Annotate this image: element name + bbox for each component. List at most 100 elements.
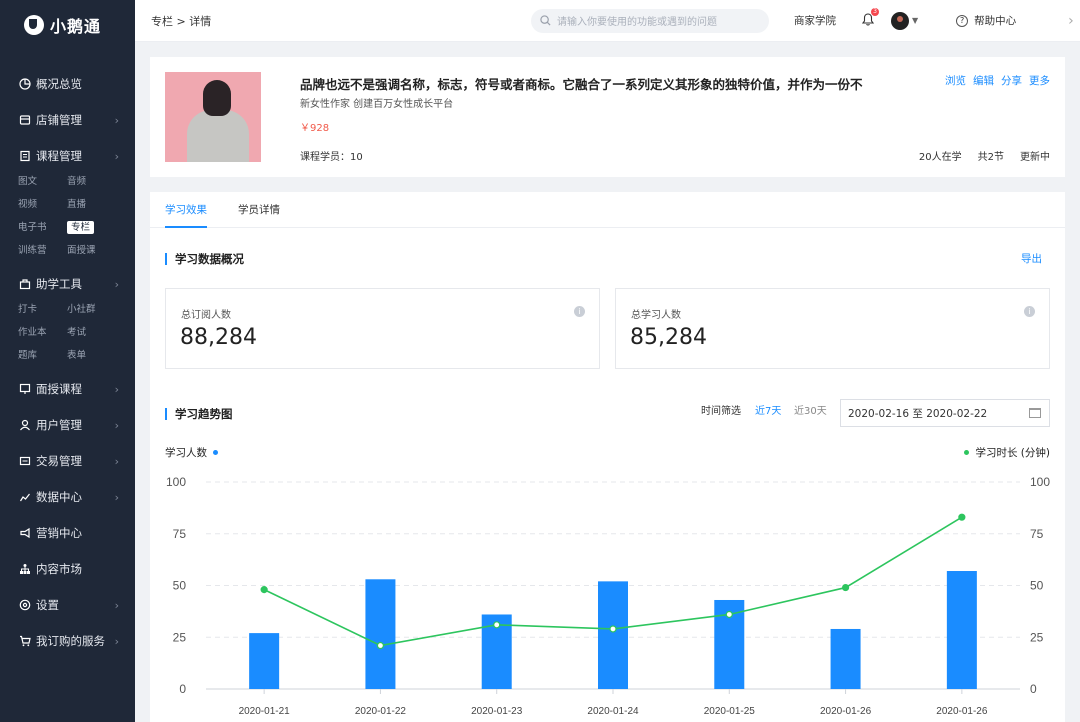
update-status: 更新中 [1020,152,1050,163]
y-tick-label-right: 75 [1030,527,1044,541]
sidebar-subitem-label: 直播 [67,199,87,210]
stat-card-subscribers: 总订阅人数 88,284 i [165,288,600,369]
sidebar-submenu: 打卡 小社群 作业本 考试题库 表单 [0,298,135,367]
megaphone-icon [18,527,31,540]
sidebar-item[interactable]: 我订购的服务 › [0,623,135,659]
sidebar-subitem[interactable]: 题库 [18,344,67,367]
chevron-right-icon[interactable]: › [1068,13,1074,29]
sidebar-item[interactable]: 用户管理 › [0,407,135,443]
legend-duration-label: 学习时长 (分钟) [975,447,1050,459]
chevron-right-icon: › [114,454,119,468]
help-label: 帮助中心 [974,15,1017,27]
learning-now-count: 20人在学 [918,152,962,163]
sidebar-subitem-label: 面授课 [67,245,96,256]
sidebar-item-label: 面授课程 [36,382,82,396]
sidebar-subitem[interactable]: 直播 [67,193,127,216]
sidebar-item[interactable]: 营销中心 [0,515,135,551]
bar [598,581,628,689]
sidebar-item-label: 用户管理 [36,418,82,432]
duration-point [493,621,501,629]
caret-down-icon[interactable]: ▼ [912,16,918,25]
sidebar-subitem[interactable]: 小社群 [67,298,127,321]
x-tick-label: 2020-01-25 [704,706,756,717]
stat-value: 85,284 [630,325,707,350]
sidebar-item[interactable]: 店铺管理 › [0,102,135,138]
search-placeholder: 请输入你要使用的功能或遇到的问题 [557,17,717,28]
sidebar-subitem-label: 训练营 [18,245,47,256]
sidebar-item[interactable]: 交易管理 › [0,443,135,479]
duration-point [609,625,617,633]
sidebar-subitem[interactable]: 训练营 [18,239,67,262]
sidebar-item[interactable]: 设置 › [0,587,135,623]
tab-bar: 学习效果 学员详情 [150,192,1065,228]
cart-icon [18,635,31,648]
date-range-picker[interactable]: 2020-02-16 至 2020-02-22 [840,399,1050,427]
info-icon[interactable]: i [574,306,585,317]
filter-30-days[interactable]: 近30天 [794,402,827,417]
date-range-value: 2020-02-16 至 2020-02-22 [848,407,988,420]
bar [249,633,280,689]
x-tick-label: 2020-01-26 [820,706,872,717]
y-tick-label-right: 50 [1030,579,1044,593]
chevron-right-icon: › [114,490,119,504]
notification-badge: 3 [871,7,879,16]
tab-student-details[interactable]: 学员详情 [238,192,280,227]
chevron-right-icon: › [114,598,119,612]
sidebar-subitem[interactable]: 电子书 [18,216,67,239]
tab-learning-effect[interactable]: 学习效果 [165,192,207,228]
sidebar-subitem-label: 考试 [67,327,87,338]
sidebar-subitem[interactable]: 图文 [18,170,67,193]
browse-link[interactable]: 浏览 [945,73,966,88]
sidebar-subitem[interactable]: 面授课 [67,239,127,262]
help-center-link[interactable]: ? 帮助中心 [956,13,1016,28]
sidebar-subitem[interactable]: 表单 [67,344,127,367]
chevron-right-icon: › [114,418,119,432]
x-tick-label: 2020-01-24 [587,706,639,717]
stat-label: 总订阅人数 [181,310,231,321]
academy-link[interactable]: 商家学院 [794,13,836,28]
legend-duration: 学习时长 (分钟) [964,445,1050,460]
course-students: 课程学员：10 [300,152,363,163]
sidebar-item[interactable]: 内容市场 [0,551,135,587]
notification-button[interactable]: 3 [861,7,879,29]
edit-link[interactable]: 编辑 [973,73,994,88]
org-tree-icon [18,563,31,576]
sidebar-item[interactable]: 助学工具 › [0,266,135,302]
sidebar-subitem[interactable]: 音频 [67,170,127,193]
sidebar-subitem[interactable]: 作业本 [18,321,67,344]
sidebar-subitem[interactable]: 视频 [18,193,67,216]
course-book-icon [18,150,31,163]
duration-point [260,586,268,594]
sidebar-item[interactable]: 面授课程 › [0,371,135,407]
user-icon [18,419,31,432]
breadcrumb: 专栏 > 详情 [151,14,212,28]
filter-7-days[interactable]: 近7天 [755,402,781,417]
export-button[interactable]: 导出 [1021,251,1042,266]
logo-icon [24,15,44,35]
bar [830,628,861,689]
toolbox-icon [18,278,31,291]
sidebar-item-label: 店铺管理 [36,113,82,127]
sidebar-subitem[interactable]: 打卡 [18,298,67,321]
sidebar-subitem[interactable]: 专栏 [67,216,127,239]
logo[interactable]: 小鹅通 [0,0,135,50]
sidebar-item[interactable]: 课程管理 › [0,138,135,174]
store-icon [18,114,31,127]
stat-label: 总学习人数 [631,310,681,321]
classroom-icon [18,383,31,396]
more-link[interactable]: 更多 [1029,73,1050,88]
search-input[interactable]: 请输入你要使用的功能或遇到的问题 [531,8,769,33]
avatar[interactable] [891,11,909,30]
course-card: 品牌也远不是强调名称，标志，符号或者商标。它融合了一系列定义其形象的独特价值，并… [150,57,1065,177]
sidebar-subitem-label: 题库 [18,350,38,361]
y-tick-label-left: 0 [179,682,186,696]
info-icon[interactable]: i [1024,306,1035,317]
y-tick-label-left: 75 [173,527,187,541]
sidebar-item[interactable]: 数据中心 › [0,479,135,515]
search-icon [540,15,551,26]
sidebar-subitem[interactable]: 考试 [67,321,127,344]
sidebar-item[interactable]: 概况总览 [0,66,135,102]
chevron-right-icon: › [114,634,119,648]
legend-learners-label: 学习人数 [165,447,207,459]
share-link[interactable]: 分享 [1001,73,1022,88]
